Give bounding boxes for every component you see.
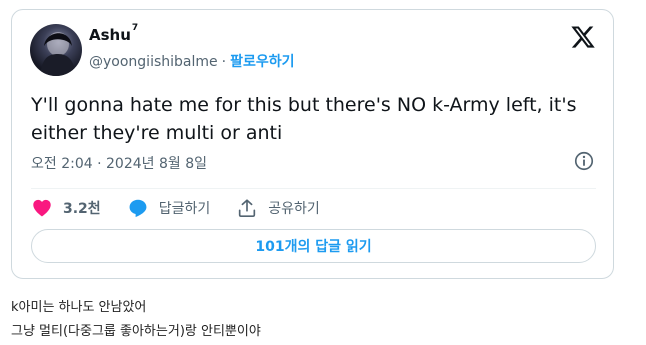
tweet-text: Y'll gonna hate me for this but there's … [31,94,577,144]
like-button[interactable]: 3.2천 [31,197,101,219]
divider [31,188,596,189]
follow-link[interactable]: 팔로우하기 [230,54,294,70]
comment-line-1: k아미는 하나도 안남았어 [11,300,147,315]
share-button[interactable]: 공유하기 [236,197,320,219]
user-handle[interactable]: @yoongiishibalme [89,54,218,70]
x-logo-icon[interactable] [570,24,596,50]
reply-button[interactable]: 답글하기 [127,197,211,219]
action-bar: 3.2천 답글하기 공유하기 [31,196,346,220]
display-name-text[interactable]: Ashu [89,26,131,44]
read-replies-button[interactable]: 101개의 답글 읽기 [31,229,596,263]
info-icon[interactable] [573,150,595,172]
like-count: 3.2천 [63,201,101,217]
avatar[interactable] [30,24,82,76]
tweet-card: Ashu7 @yoongiishibalme · 팔로우하기 Y'll gonna … [11,9,614,279]
reply-label: 답글하기 [158,201,211,217]
handle-row: @yoongiishibalme · 팔로우하기 [89,51,294,71]
separator-dot: · [221,54,227,70]
heart-icon [33,199,51,217]
tweet-timestamp[interactable]: 오전 2:04 · 2024년 8월 8일 [31,153,207,173]
comment-line-2: 그냥 멀티(다중그룹 좋아하는거)랑 안티뿐이야 [11,324,261,339]
display-name-superscript: 7 [131,23,139,33]
share-icon [239,199,256,217]
reply-bubble-icon [129,199,147,218]
display-name[interactable]: Ashu7 [89,23,139,44]
share-label: 공유하기 [268,201,320,217]
